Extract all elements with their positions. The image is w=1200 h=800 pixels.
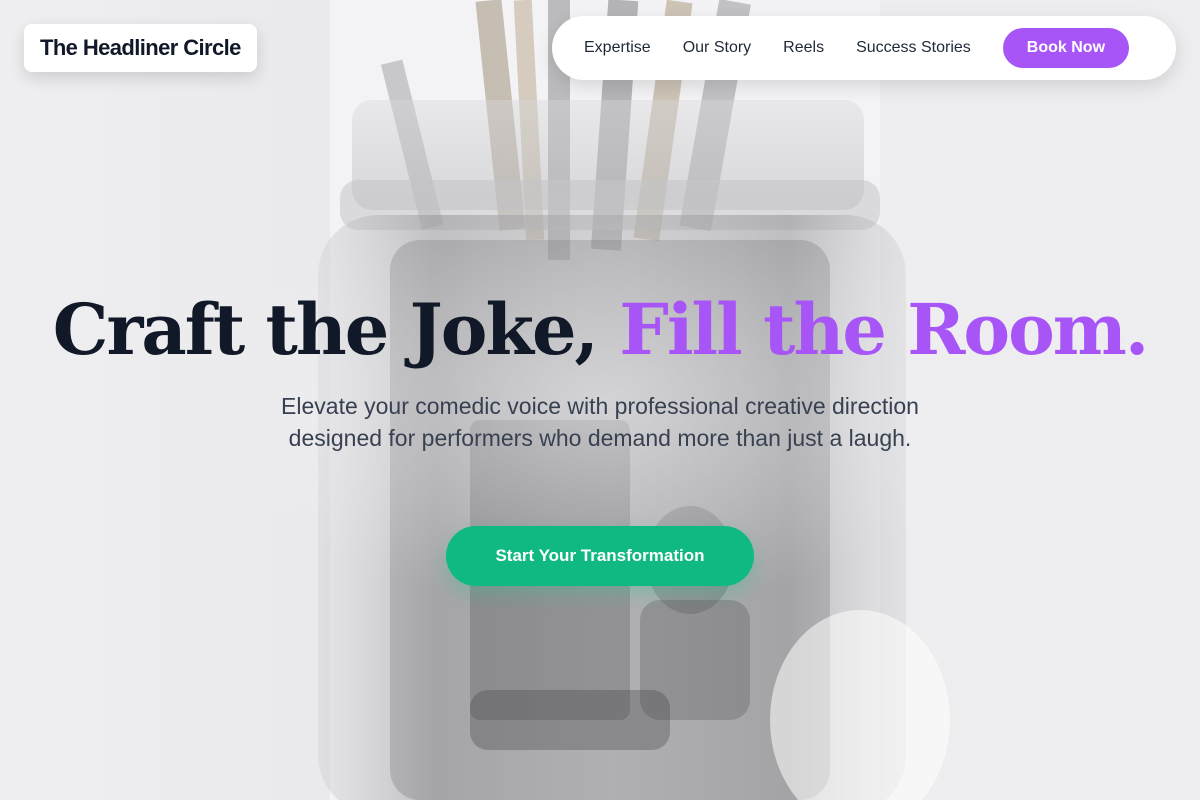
nav-link-success-stories[interactable]: Success Stories xyxy=(856,39,971,57)
brand-name: The Headliner Circle xyxy=(40,35,241,60)
brand-logo[interactable]: The Headliner Circle xyxy=(24,24,257,72)
book-now-button[interactable]: Book Now xyxy=(1002,28,1130,68)
hero-title-accent: Fill the Room. xyxy=(619,288,1149,371)
hero-subtitle: Elevate your comedic voice with professi… xyxy=(281,393,919,451)
nav-link-reels[interactable]: Reels xyxy=(783,39,824,57)
hero-title: Craft the Joke, Fill the Room. xyxy=(0,288,1200,371)
nav-link-expertise[interactable]: Expertise xyxy=(584,39,651,57)
main-nav: Expertise Our Story Reels Success Storie… xyxy=(552,16,1176,80)
start-transformation-button[interactable]: Start Your Transformation xyxy=(446,526,754,586)
nav-link-our-story[interactable]: Our Story xyxy=(683,39,751,57)
hero-title-main: Craft the Joke, xyxy=(52,288,599,371)
